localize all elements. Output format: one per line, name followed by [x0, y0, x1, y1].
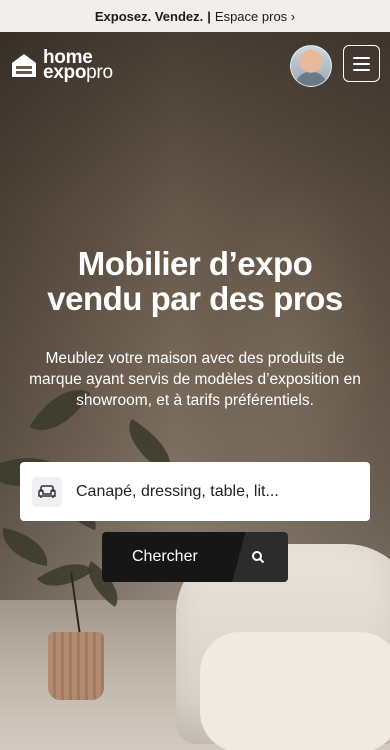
logo-word-expo: expo	[43, 61, 87, 83]
home-expo-pro-logo[interactable]: home expopro	[10, 48, 113, 83]
user-avatar[interactable]	[290, 45, 332, 87]
logo-word-pro: pro	[86, 61, 113, 83]
hero-title-line2: vendu par des pros	[47, 280, 343, 317]
search-button-label: Chercher	[132, 548, 198, 565]
menu-button[interactable]	[343, 45, 380, 82]
site-header: home expopro	[0, 32, 390, 97]
plant-pot	[48, 632, 104, 700]
house-icon	[12, 53, 36, 77]
hero-section: home expopro Mobilier d’expo vendu par d…	[0, 32, 390, 750]
sofa-icon	[32, 476, 62, 507]
hero-title: Mobilier d’expo vendu par des pros	[0, 246, 390, 316]
search-box[interactable]	[20, 462, 370, 521]
hero-title-line1: Mobilier d’expo	[77, 245, 313, 282]
search-button[interactable]: Chercher	[102, 532, 288, 582]
hero-subtitle: Meublez votre maison avec des produits d…	[29, 350, 361, 409]
search-input[interactable]	[76, 482, 346, 501]
menu-icon	[353, 56, 370, 59]
search-icon	[228, 532, 288, 582]
banner-text: Exposez. Vendez.	[94, 8, 204, 24]
espace-pros-link[interactable]: Espace pros ›	[215, 9, 295, 24]
banner-separator: |	[207, 8, 211, 24]
top-banner: Exposez. Vendez. | Espace pros ›	[0, 0, 390, 32]
